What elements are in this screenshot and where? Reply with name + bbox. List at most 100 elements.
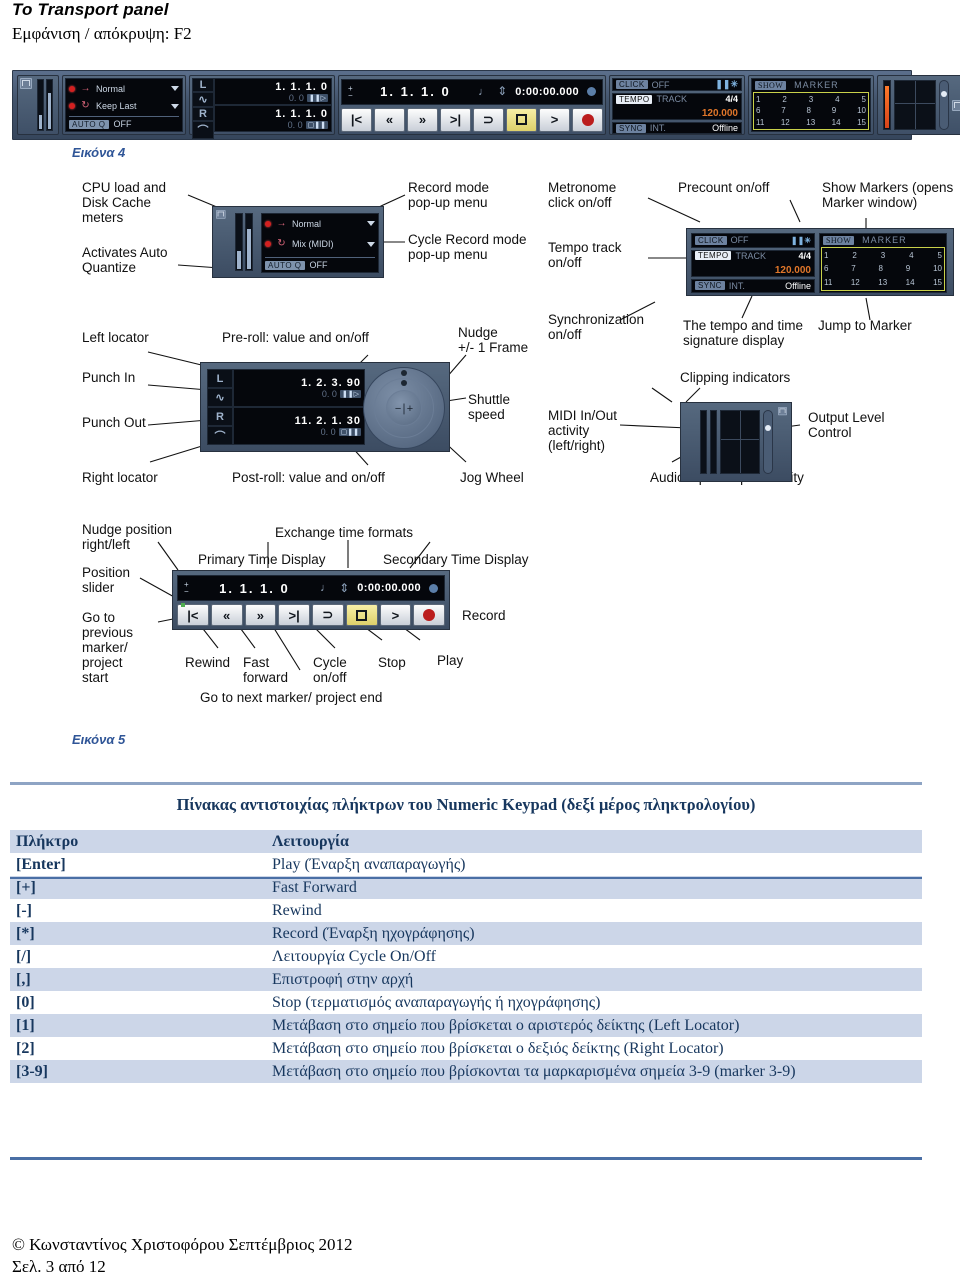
fig5-marker-cell[interactable]: 3 — [881, 251, 885, 260]
pin-icon[interactable] — [20, 78, 32, 89]
cycle-button[interactable]: ⊃ — [473, 107, 504, 132]
pin-icon-right[interactable] — [952, 99, 960, 111]
marker-cell[interactable]: 7 — [781, 106, 785, 115]
shuttle-speed-control[interactable]: −∣+ — [386, 390, 422, 426]
chevron-down-icon[interactable] — [171, 86, 179, 91]
fig5-sync-row[interactable]: SYNC INT. Offline — [691, 278, 815, 293]
position-slider-handle[interactable] — [181, 603, 185, 607]
preroll-toggle-icon[interactable]: ❚❚▷ — [306, 93, 328, 102]
marker-cell[interactable]: 5 — [862, 95, 866, 104]
stop-button[interactable] — [506, 107, 537, 132]
fig5-tempo-row[interactable]: TEMPO TRACK 4/4 120.000 — [691, 249, 815, 277]
rewind-button[interactable]: « — [374, 107, 405, 132]
play-button[interactable]: > — [539, 107, 570, 132]
fig5-tempo-tag[interactable]: TEMPO — [695, 251, 732, 260]
click-row[interactable]: CLICK OFF ❚❚✳ — [612, 78, 742, 91]
fig5-click-tag[interactable]: CLICK — [695, 235, 727, 245]
fig5-preroll-toggle-icon[interactable]: ❚❚▷ — [339, 390, 361, 398]
fig5-chevron-down-icon[interactable] — [367, 221, 375, 226]
marker-cell[interactable]: 12 — [781, 118, 790, 127]
fig5-click-row[interactable]: CLICK OFF ❚❚✳ — [691, 233, 815, 248]
fig5-marker-cell[interactable]: 6 — [824, 264, 828, 273]
fig5-marker-cell[interactable]: 13 — [878, 278, 887, 287]
fig5-tempo-value[interactable]: 120.000 — [775, 265, 811, 276]
exchange-time-formats-icon[interactable]: ⇕ — [497, 84, 507, 99]
fig5-nudge-position-control[interactable]: + − — [184, 581, 189, 596]
marker-cell[interactable]: 3 — [809, 95, 813, 104]
marker-row[interactable]: 1 2 3 4 5 — [756, 95, 866, 104]
fig5-postroll-row[interactable]: 0. 0 ▢❚❚ — [237, 427, 361, 437]
fig5-preroll-row[interactable]: 0. 0 ❚❚▷ — [237, 389, 361, 399]
goto-next-marker-button[interactable]: >| — [440, 107, 471, 132]
auto-q-tag[interactable]: AUTO Q — [69, 119, 109, 129]
fig5-play-button[interactable]: > — [379, 604, 412, 626]
punch-out-button[interactable]: ⌒ — [192, 121, 214, 139]
fast-forward-button[interactable]: » — [407, 107, 438, 132]
slider-knob[interactable] — [941, 91, 947, 97]
fig5-chevron-down-icon-2[interactable] — [367, 241, 375, 247]
auto-quantize-row[interactable]: AUTO Q OFF — [69, 116, 179, 129]
fig5-marker-cell[interactable]: 7 — [851, 264, 855, 273]
fig5-marker-row[interactable]: 11 12 13 14 15 — [824, 278, 942, 287]
fig5-marker-row[interactable]: 6 7 8 9 10 — [824, 264, 942, 273]
marker-cell[interactable]: 13 — [806, 118, 815, 127]
goto-previous-marker-button[interactable]: |< — [341, 107, 372, 132]
right-locator-button[interactable]: R — [192, 107, 214, 121]
fig5-marker-cell[interactable]: 14 — [906, 278, 915, 287]
fig5-cycle-button[interactable]: ⊃ — [312, 604, 344, 626]
fig5-punch-in-button[interactable]: ∿ — [207, 388, 233, 407]
fig5-marker-cell[interactable]: 4 — [909, 251, 913, 260]
marker-cell[interactable]: 2 — [782, 95, 786, 104]
marker-row[interactable]: 11 12 13 14 15 — [756, 118, 866, 127]
sync-tag[interactable]: SYNC — [616, 123, 646, 133]
fig5-primary-time-display[interactable]: 1. 1. 1. 0 — [197, 581, 313, 596]
fig5-postroll-toggle-icon[interactable]: ▢❚❚ — [338, 428, 361, 436]
sync-row[interactable]: SYNC INT. Offline — [612, 122, 742, 134]
output-level-slider[interactable] — [939, 80, 949, 130]
cycle-record-mode-row[interactable]: ↻ Keep Last — [69, 99, 179, 114]
postroll-toggle-icon[interactable]: ▢❚❚ — [305, 120, 328, 129]
primary-time-display[interactable]: 1. 1. 1. 0 — [361, 84, 471, 99]
postroll-row[interactable]: 0. 0 ▢❚❚ — [218, 120, 328, 130]
fig5-marker-cell[interactable]: 1 — [824, 251, 828, 260]
secondary-time-display[interactable]: 0:00:00.000 — [515, 86, 579, 98]
fig5-output-level-slider[interactable] — [762, 410, 773, 474]
fig5-precount-icon[interactable]: ❚❚✳ — [791, 236, 811, 245]
nudge-dot-icon-1[interactable] — [401, 380, 407, 386]
fig5-punch-out-button[interactable]: ⌒ — [207, 426, 233, 445]
fig5-sync-tag[interactable]: SYNC — [695, 281, 725, 291]
fig5-secondary-time-display[interactable]: 0:00:00.000 — [357, 582, 421, 594]
marker-cell[interactable]: 9 — [832, 106, 836, 115]
fig5-right-locator-button[interactable]: R — [207, 407, 233, 426]
tempo-tag[interactable]: TEMPO — [616, 94, 653, 104]
precount-icon[interactable]: ❚❚✳ — [715, 79, 738, 90]
fig5-marker-row[interactable]: 1 2 3 4 5 — [824, 251, 942, 260]
fig5-stop-button[interactable] — [345, 604, 378, 626]
time-signature[interactable]: 4/4 — [725, 94, 738, 104]
marker-cell[interactable]: 8 — [807, 106, 811, 115]
tempo-value[interactable]: 120.000 — [702, 108, 738, 119]
fig5-right-locator-row[interactable]: 11. 2. 1. 30 0. 0 ▢❚❚ — [233, 407, 365, 445]
fig5-rewind-button[interactable]: « — [210, 604, 243, 626]
fig5-pin-icon-right[interactable] — [778, 407, 787, 416]
tempo-row[interactable]: TEMPO TRACK 4/4 120.000 — [612, 93, 742, 120]
preroll-row[interactable]: 0. 0 ❚❚▷ — [218, 93, 328, 103]
marker-cell[interactable]: 4 — [835, 95, 839, 104]
fig5-auto-q-row[interactable]: AUTO Q OFF — [265, 257, 375, 270]
fig5-marker-cell[interactable]: 9 — [906, 264, 910, 273]
fig5-time-signature[interactable]: 4/4 — [798, 251, 811, 261]
fig5-pin-icon[interactable] — [216, 210, 226, 219]
fig5-record-button[interactable] — [413, 604, 445, 626]
fig5-goto-previous-marker-button[interactable]: |< — [177, 604, 209, 626]
punch-in-button[interactable]: ∿ — [192, 92, 214, 107]
fig5-marker-cell[interactable]: 12 — [851, 278, 860, 287]
chevron-down-icon-2[interactable] — [171, 103, 179, 109]
fig5-slider-knob[interactable] — [764, 425, 771, 431]
fig5-fast-forward-button[interactable]: » — [244, 604, 277, 626]
fig5-cycle-record-row[interactable]: ↻ Mix (MIDI) — [265, 237, 375, 252]
fig5-record-mode-row[interactable]: → Normal — [265, 216, 375, 231]
fig5-marker-cell[interactable]: 2 — [852, 251, 856, 260]
click-tag[interactable]: CLICK — [616, 80, 648, 89]
fig5-marker-cell[interactable]: 5 — [938, 251, 942, 260]
fig5-left-locator-row[interactable]: 1. 2. 3. 90 0. 0 ❚❚▷ — [233, 369, 365, 407]
